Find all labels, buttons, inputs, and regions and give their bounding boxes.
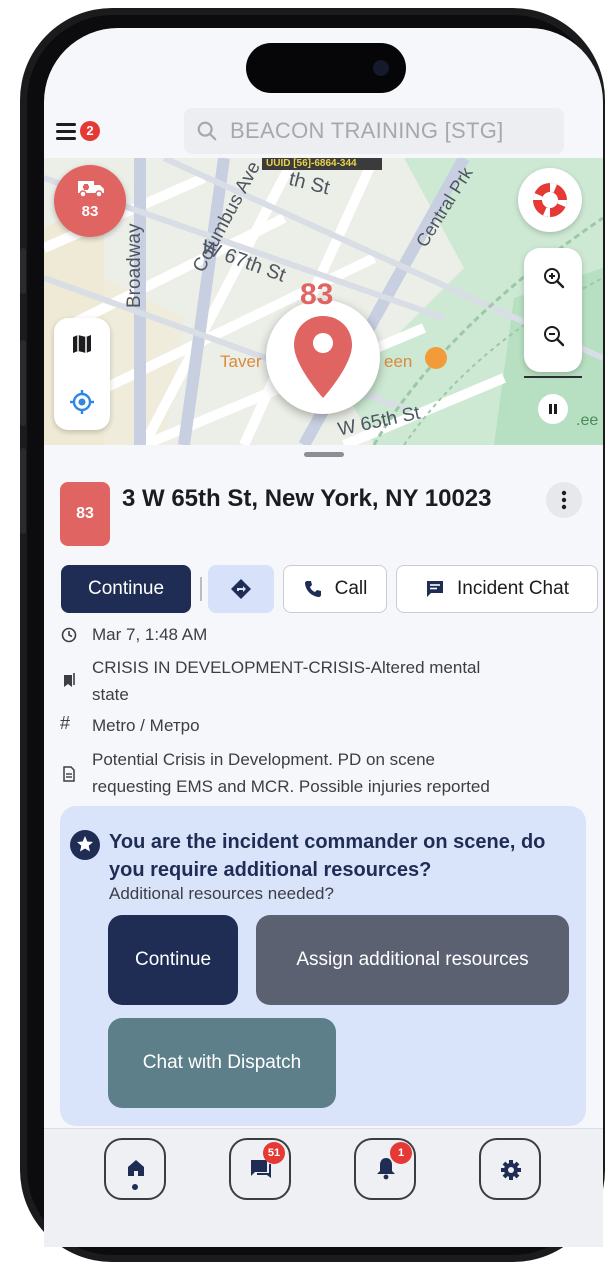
incident-chat-label: Incident Chat <box>457 578 569 599</box>
zoom-controls <box>524 248 582 372</box>
incident-address: 3 W 65th St, New York, NY 10023 <box>122 485 492 512</box>
search-bar[interactable]: BEACON TRAINING [STG] <box>184 108 564 154</box>
unit-avatar-button[interactable]: 83 <box>54 165 126 237</box>
incident-notes-line1: Potential Crisis in Development. PD on s… <box>92 750 435 769</box>
incident-pin[interactable] <box>266 300 380 414</box>
uuid-tag: UUID [56]-6864-344 <box>266 158 357 169</box>
commander-continue-button[interactable]: Continue <box>108 915 238 1005</box>
incident-time: Mar 7, 1:48 AM <box>92 625 208 644</box>
sheet-drag-handle[interactable] <box>304 452 344 457</box>
incident-notes-line2: requesting EMS and MCR. Possible injurie… <box>92 777 490 796</box>
search-placeholder: BEACON TRAINING [STG] <box>230 118 504 143</box>
hamburger-icon-line <box>56 137 76 140</box>
hash-icon: # <box>60 713 71 733</box>
lifebuoy-icon <box>533 182 567 218</box>
zoom-out-icon <box>544 326 565 347</box>
incident-chat-button[interactable]: Incident Chat <box>396 565 598 613</box>
zoom-out-button[interactable] <box>530 310 576 362</box>
call-button[interactable]: Call <box>283 565 387 613</box>
map-edge-label: .ee <box>576 412 599 429</box>
assign-resources-button[interactable]: Assign additional resources <box>256 915 569 1005</box>
home-icon <box>128 1160 144 1176</box>
menu-button[interactable]: 2 <box>54 118 104 146</box>
phone-icon <box>304 581 321 597</box>
messages-badge: 51 <box>263 1142 285 1164</box>
location-pin-icon <box>294 316 352 398</box>
camera-lens <box>373 60 389 76</box>
unit-number: 83 <box>81 203 99 220</box>
poi-label-tavern: Taver <box>220 352 262 371</box>
commander-prompt-title: You are the incident commander on scene,… <box>109 831 546 881</box>
star-badge-icon <box>70 830 100 860</box>
star-icon <box>77 836 93 852</box>
more-vertical-icon <box>561 490 567 510</box>
incident-agency: Metro / Метро <box>92 716 200 735</box>
search-icon <box>197 121 217 141</box>
active-tab-indicator <box>132 1184 138 1190</box>
pause-icon <box>549 404 557 414</box>
zoom-in-button[interactable] <box>530 252 576 304</box>
more-options-button[interactable] <box>546 482 582 518</box>
zoom-divider <box>524 376 582 378</box>
directions-icon <box>231 579 251 599</box>
map-layers-icon[interactable] <box>70 332 94 356</box>
tab-alerts[interactable]: 1 <box>354 1138 416 1200</box>
map-tools <box>54 318 110 430</box>
continue-button[interactable]: Continue <box>61 565 191 613</box>
hamburger-icon-line <box>56 130 76 133</box>
poi-label-tavern-right: een <box>384 352 413 371</box>
navigate-button[interactable] <box>208 565 274 613</box>
call-button-label: Call <box>334 578 368 599</box>
street-label-broadway: Broadway <box>124 223 145 309</box>
phone-volume-up <box>20 340 26 426</box>
phone-silent-switch <box>20 248 26 294</box>
chat-dispatch-button[interactable]: Chat with Dispatch <box>108 1018 336 1108</box>
document-icon <box>63 766 75 782</box>
incident-type-line2: state <box>92 685 129 704</box>
alerts-badge: 1 <box>390 1142 412 1164</box>
bookmarks-icon <box>64 673 75 687</box>
pause-button[interactable] <box>538 394 568 424</box>
clock-icon <box>61 627 77 643</box>
incident-type-line1: CRISIS IN DEVELOPMENT-CRISIS-Altered men… <box>92 658 481 677</box>
menu-notification-badge: 2 <box>80 121 100 141</box>
tab-home[interactable] <box>104 1138 166 1200</box>
gear-icon <box>501 1160 521 1180</box>
ambulance-icon <box>78 181 104 198</box>
action-divider <box>200 577 202 601</box>
emergency-help-button[interactable] <box>518 168 582 232</box>
hamburger-icon <box>56 123 76 126</box>
incident-pin-label: 83 <box>300 278 334 311</box>
tab-settings[interactable] <box>479 1138 541 1200</box>
my-location-icon[interactable] <box>68 388 96 416</box>
incident-unit-badge: 83 <box>60 482 110 546</box>
commander-prompt-subtitle: Additional resources needed? <box>109 884 334 903</box>
zoom-in-icon <box>544 268 565 289</box>
tab-messages[interactable]: 51 <box>229 1138 291 1200</box>
chat-icon <box>427 581 444 597</box>
phone-volume-down <box>20 448 26 534</box>
